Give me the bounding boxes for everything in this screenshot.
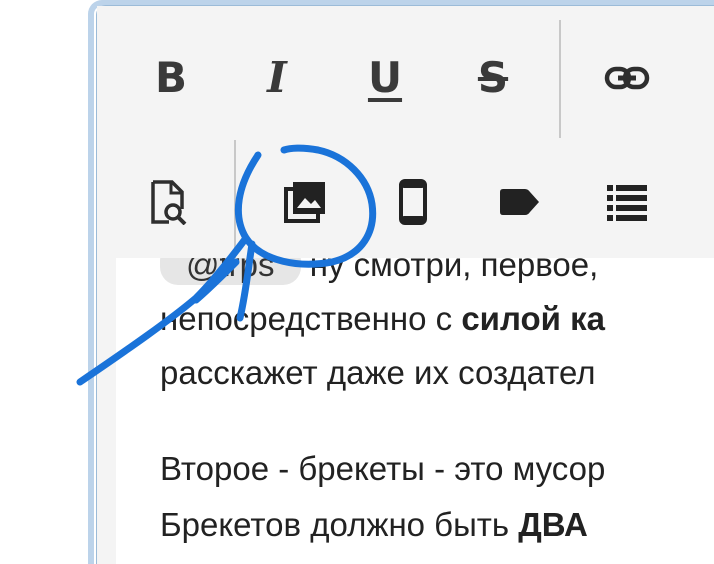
strikethrough-button[interactable]: S — [463, 48, 523, 108]
content-line: Брекетов должно быть ДВА — [160, 500, 714, 550]
content-text: ну смотри, первое, — [309, 258, 599, 283]
content-text: Брекетов должно быть — [160, 506, 519, 543]
image-gallery-icon — [284, 182, 325, 223]
content-bold-text: силой ка — [461, 300, 605, 337]
user-mention[interactable]: @trps — [160, 258, 301, 285]
mobile-button[interactable] — [383, 172, 443, 232]
search-document-icon — [151, 180, 187, 225]
link-button[interactable] — [597, 48, 657, 108]
content-bold-text: ДВА — [518, 506, 588, 543]
screenshot-stage: B I U S @trps ну смотри, первое, непосре… — [0, 0, 714, 564]
underline-icon: U — [367, 53, 403, 102]
content-text: непосредственно с — [160, 300, 462, 337]
mobile-phone-icon — [399, 179, 427, 225]
list-button[interactable] — [597, 172, 657, 232]
content-line: Второе - брекеты - это мусор — [160, 444, 714, 494]
editor-content[interactable]: @trps ну смотри, первое, непосредственно… — [116, 258, 714, 564]
content-line: @trps ну смотри, первое, — [160, 258, 714, 290]
editor-toolbar: B I U S — [97, 6, 714, 258]
italic-button[interactable]: I — [247, 48, 307, 108]
bold-button[interactable]: B — [141, 48, 201, 108]
link-icon — [604, 66, 650, 90]
preview-button[interactable] — [139, 172, 199, 232]
bold-icon: B — [154, 53, 187, 102]
toolbar-separator — [234, 140, 236, 258]
gallery-button[interactable] — [275, 172, 335, 232]
italic-icon: I — [267, 53, 287, 102]
strikethrough-icon: S — [477, 53, 509, 102]
toolbar-separator — [559, 20, 561, 138]
content-line: непосредственно с силой ка — [160, 294, 714, 344]
list-icon — [607, 185, 647, 221]
tag-icon — [500, 189, 539, 215]
content-text: расскажет даже их создател — [160, 354, 596, 391]
underline-button[interactable]: U — [355, 48, 415, 108]
content-line: расскажет даже их создател — [160, 348, 714, 398]
tag-button[interactable] — [489, 172, 549, 232]
content-text: Второе - брекеты - это мусор — [160, 450, 606, 487]
